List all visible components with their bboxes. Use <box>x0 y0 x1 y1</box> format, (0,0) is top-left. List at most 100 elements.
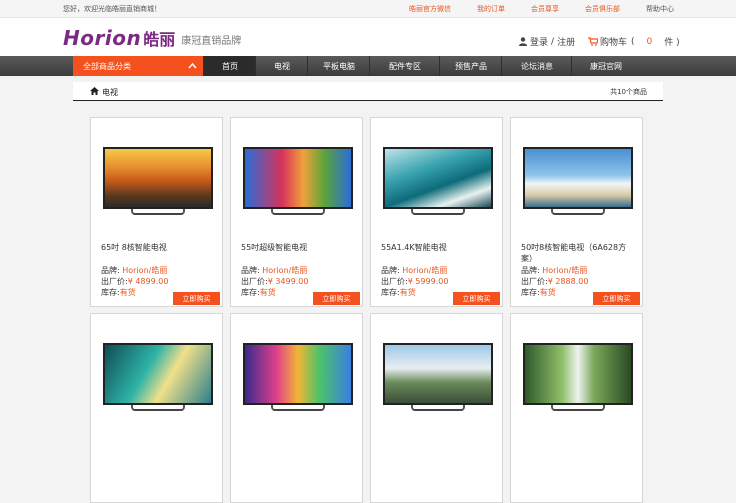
cart-count: 0 <box>646 36 653 47</box>
cart-icon <box>588 37 598 46</box>
product-price: 出厂价:¥ 4899.00 <box>101 276 168 287</box>
site-logo[interactable]: Horion 皓丽 康冠直销品牌 <box>63 26 241 50</box>
stock-value: 有货 <box>539 288 556 297</box>
product-card[interactable]: 55吋超级智能电视 品牌: Horion/皓丽 出厂价:¥ 3499.00 库存… <box>230 117 363 307</box>
price-label: 出厂价: <box>381 277 408 286</box>
product-title[interactable]: 50吋8核智能电视（6A628方案） <box>521 242 636 264</box>
tv-image[interactable] <box>383 147 493 219</box>
brand-label: 品牌: <box>101 266 120 275</box>
price-label: 出厂价: <box>521 277 548 286</box>
brand-value: Horion/皓丽 <box>542 266 588 275</box>
register-link[interactable]: 注册 <box>557 35 575 48</box>
nav-item-tv[interactable]: 电视 <box>255 56 308 76</box>
cart-paren-open: ( <box>631 36 635 47</box>
top-bar: 您好，欢迎光临皓丽直销商城！ 皓丽官方微信 我的订单 会员尊享 会员俱乐部 帮助… <box>0 0 736 18</box>
buy-now-button[interactable]: 立即购买 <box>173 292 220 305</box>
product-price: 出厂价:¥ 5999.00 <box>381 276 448 287</box>
stock-label: 库存: <box>101 288 120 297</box>
tv-stand <box>411 405 465 411</box>
buy-now-button[interactable]: 立即购买 <box>453 292 500 305</box>
stock-label: 库存: <box>381 288 400 297</box>
product-card[interactable] <box>230 313 363 503</box>
tv-image[interactable] <box>523 147 633 219</box>
stock-value: 有货 <box>119 288 136 297</box>
product-stock: 库存:有货 <box>521 287 556 298</box>
price-value: ¥ 5999.00 <box>407 277 449 286</box>
tv-stand <box>131 405 185 411</box>
product-title[interactable]: 65吋 8核智能电视 <box>101 242 216 253</box>
brand-value: Horion/皓丽 <box>262 266 308 275</box>
product-price: 出厂价:¥ 3499.00 <box>241 276 308 287</box>
all-categories-menu[interactable]: 全部商品分类 <box>73 56 203 76</box>
tv-image[interactable] <box>103 343 213 415</box>
product-card[interactable]: 50吋8核智能电视（6A628方案） 品牌: Horion/皓丽 出厂价:¥ 2… <box>510 117 643 307</box>
cart-unit: 件 ) <box>664 38 680 48</box>
stock-value: 有货 <box>259 288 276 297</box>
stock-label: 库存: <box>241 288 260 297</box>
nav-item-presale[interactable]: 预售产品 <box>439 56 502 76</box>
tv-screen <box>523 147 633 209</box>
brand-value: Horion/皓丽 <box>122 266 168 275</box>
tv-image[interactable] <box>243 147 353 219</box>
brand-value: Horion/皓丽 <box>402 266 448 275</box>
account-area: 登录 / 注册 <box>519 35 575 48</box>
product-brand: 品牌: Horion/皓丽 <box>381 265 447 276</box>
login-link[interactable]: 登录 <box>530 35 548 48</box>
main-nav: 全部商品分类 首页 电视 平板电脑 配件专区 预售产品 论坛消息 康冠官网 <box>0 56 736 76</box>
tv-screen <box>383 343 493 405</box>
buy-now-button[interactable]: 立即购买 <box>593 292 640 305</box>
home-icon[interactable] <box>90 87 99 95</box>
product-card[interactable]: 65吋 8核智能电视 品牌: Horion/皓丽 出厂价:¥ 4899.00 库… <box>90 117 223 307</box>
nav-item-official-site[interactable]: 康冠官网 <box>571 56 640 76</box>
tv-screen <box>243 343 353 405</box>
buy-now-button[interactable]: 立即购买 <box>313 292 360 305</box>
logo-chinese: 皓丽 <box>143 30 176 49</box>
price-label: 出厂价: <box>241 277 268 286</box>
brand-label: 品牌: <box>241 266 260 275</box>
tv-image[interactable] <box>243 343 353 415</box>
product-brand: 品牌: Horion/皓丽 <box>521 265 587 276</box>
cart-label: 购物车 <box>600 38 628 48</box>
logo-english: Horion <box>63 26 142 50</box>
member-vip-link[interactable]: 会员尊享 <box>531 4 559 14</box>
member-club-link[interactable]: 会员俱乐部 <box>585 4 620 14</box>
nav-item-home[interactable]: 首页 <box>203 56 256 76</box>
price-label: 出厂价: <box>101 277 128 286</box>
product-card[interactable] <box>510 313 643 503</box>
user-icon <box>519 37 527 46</box>
product-card[interactable] <box>370 313 503 503</box>
tv-stand <box>271 405 325 411</box>
price-value: ¥ 2888.00 <box>547 277 589 286</box>
nav-item-tablet[interactable]: 平板电脑 <box>307 56 370 76</box>
product-brand: 品牌: Horion/皓丽 <box>241 265 307 276</box>
tv-stand <box>131 209 185 215</box>
cart-link[interactable]: 购物车 ( 0 件 ) <box>588 35 680 48</box>
tv-screen <box>243 147 353 209</box>
tv-image[interactable] <box>523 343 633 415</box>
top-links: 皓丽官方微信 我的订单 会员尊享 会员俱乐部 帮助中心 <box>409 4 674 14</box>
tv-stand <box>411 209 465 215</box>
tv-image[interactable] <box>103 147 213 219</box>
chevron-up-icon <box>188 62 197 69</box>
header: Horion 皓丽 康冠直销品牌 登录 / 注册 购物车 ( 0 件 ) <box>0 18 736 56</box>
tv-stand <box>551 209 605 215</box>
wechat-link[interactable]: 皓丽官方微信 <box>409 4 451 14</box>
breadcrumb-current[interactable]: 电视 <box>102 87 118 98</box>
tv-stand <box>551 405 605 411</box>
help-center-link[interactable]: 帮助中心 <box>646 4 674 14</box>
breadcrumb: 电视 共10个商品 <box>73 82 663 101</box>
product-card[interactable] <box>90 313 223 503</box>
all-categories-label: 全部商品分类 <box>83 62 131 71</box>
tv-image[interactable] <box>383 343 493 415</box>
nav-item-accessories[interactable]: 配件专区 <box>369 56 440 76</box>
product-stock: 库存:有货 <box>101 287 136 298</box>
tv-stand <box>271 209 325 215</box>
product-card[interactable]: 55A1.4K智能电视 品牌: Horion/皓丽 出厂价:¥ 5999.00 … <box>370 117 503 307</box>
my-orders-link[interactable]: 我的订单 <box>477 4 505 14</box>
tv-screen <box>103 147 213 209</box>
product-title[interactable]: 55A1.4K智能电视 <box>381 242 496 253</box>
stock-value: 有货 <box>399 288 416 297</box>
product-title[interactable]: 55吋超级智能电视 <box>241 242 356 253</box>
stock-label: 库存: <box>521 288 540 297</box>
nav-item-forum[interactable]: 论坛消息 <box>501 56 572 76</box>
